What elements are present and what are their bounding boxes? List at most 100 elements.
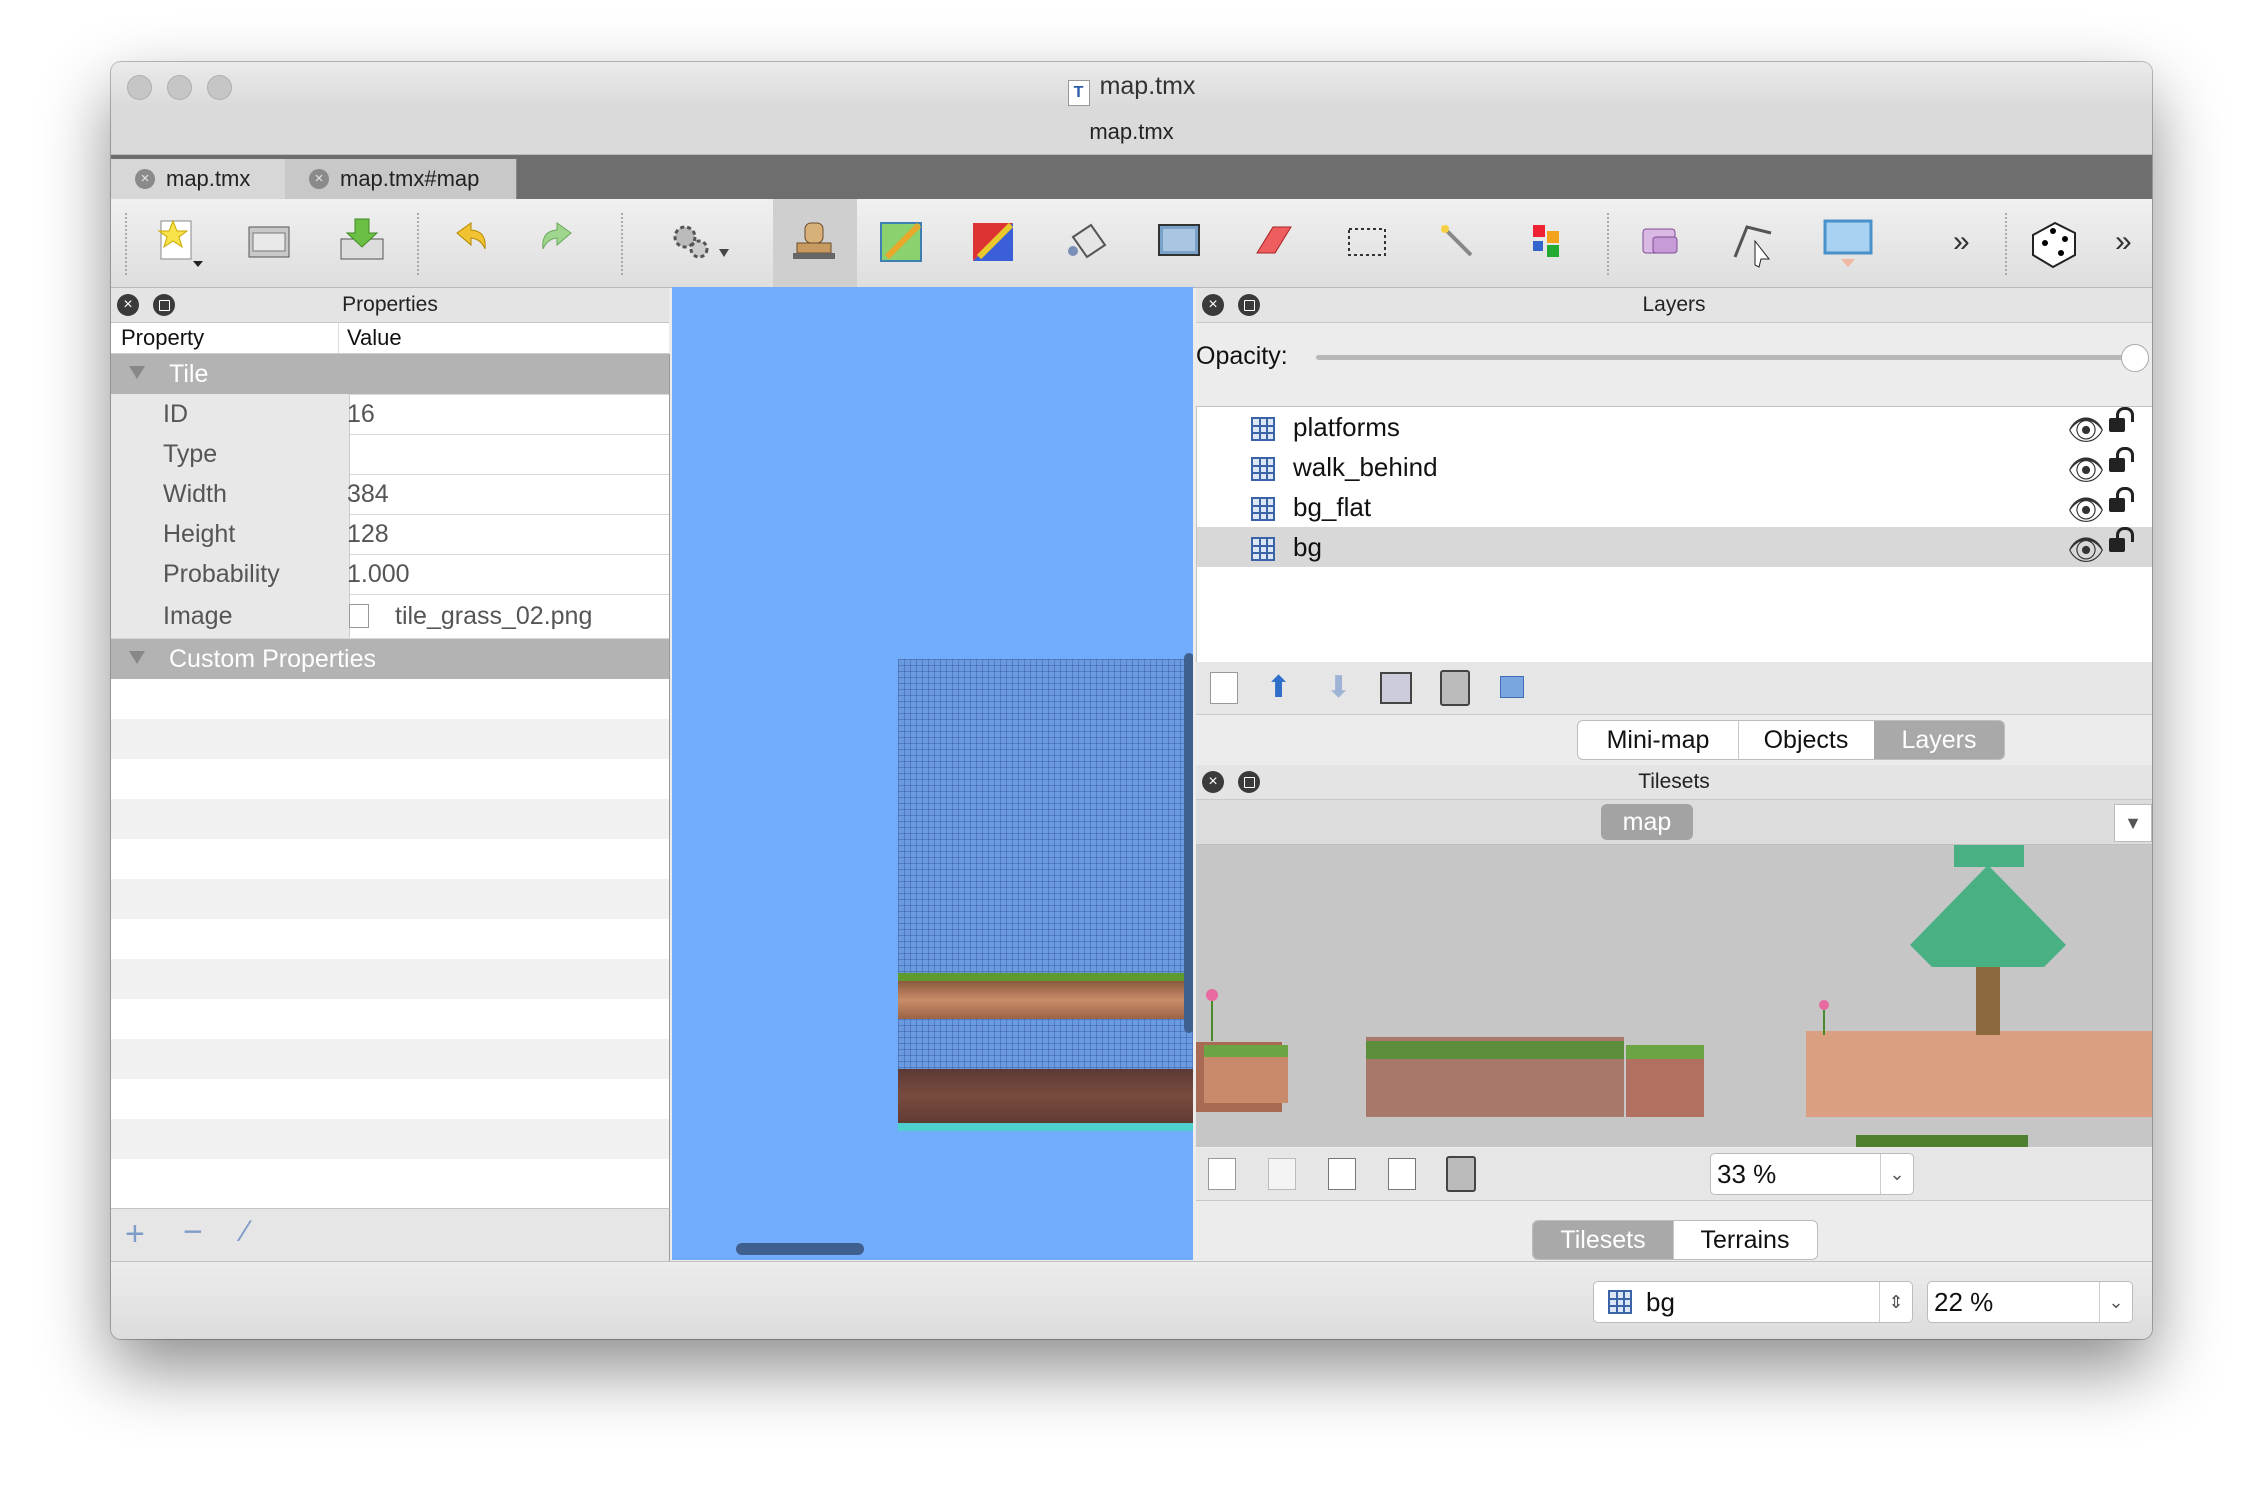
tab-layers[interactable]: Layers xyxy=(1874,721,2004,759)
layer-row-bg[interactable]: bg 👁 xyxy=(1197,527,2152,567)
group-custom-properties[interactable]: Custom Properties xyxy=(111,639,669,680)
new-layer-icon[interactable] xyxy=(1210,672,1238,704)
tilesets-bottom-tabs: Tilesets Terrains xyxy=(1532,1220,1818,1260)
wang-brush-icon[interactable] xyxy=(965,213,1023,271)
undo-icon[interactable] xyxy=(441,213,499,271)
lock-icon[interactable] xyxy=(2109,407,2134,432)
layers-toolbar: ⬆ ⬇ xyxy=(1196,662,2152,715)
open-folder-icon[interactable] xyxy=(241,213,299,271)
current-layer-select[interactable]: bg ⇕ xyxy=(1593,1281,1913,1323)
tab-terrains[interactable]: Terrains xyxy=(1673,1221,1817,1259)
close-tab-icon[interactable]: × xyxy=(309,169,329,189)
layer-row-walk-behind[interactable]: walk_behind 👁 xyxy=(1197,447,2152,487)
tile-layer-icon xyxy=(1251,497,1275,521)
insert-rectangle-icon[interactable] xyxy=(1633,213,1691,271)
property-row[interactable]: Type xyxy=(111,434,669,475)
select-same-tile-icon[interactable] xyxy=(1521,213,1579,271)
opacity-label: Opacity: xyxy=(1196,342,1288,370)
property-row[interactable]: Probability 1.000 xyxy=(111,554,669,595)
column-header-property[interactable]: Property xyxy=(121,323,204,353)
bucket-fill-icon[interactable] xyxy=(1059,213,1117,271)
close-tab-icon[interactable]: × xyxy=(135,169,155,189)
rectangle-select-icon[interactable] xyxy=(1339,213,1397,271)
raise-layer-icon[interactable]: ⬆ xyxy=(1266,670,1291,705)
opacity-slider-handle[interactable] xyxy=(2121,344,2149,372)
rename-property-icon[interactable]: ∕ xyxy=(243,1215,248,1249)
duplicate-layer-icon[interactable] xyxy=(1380,672,1412,704)
visibility-eye-icon[interactable]: 👁 xyxy=(2067,531,2105,571)
chevron-down-icon: ⌄ xyxy=(2099,1282,2132,1322)
collapse-triangle-icon[interactable] xyxy=(129,651,145,664)
property-row[interactable]: Image tile_grass_02.png xyxy=(111,594,669,639)
commands-gear-icon[interactable] xyxy=(667,213,729,271)
tileset-zoom-select[interactable]: 33 % ⌄ xyxy=(1710,1153,1914,1195)
map-canvas[interactable] xyxy=(672,287,1193,1260)
close-panel-icon[interactable]: × xyxy=(117,294,139,316)
layer-visibility-toggle-icon[interactable] xyxy=(1500,676,1524,698)
float-panel-icon[interactable] xyxy=(1238,771,1260,793)
layer-row-platforms[interactable]: platforms 👁 xyxy=(1197,407,2152,447)
panel-title: Layers xyxy=(1642,293,1706,316)
properties-panel-header: × Properties xyxy=(111,288,669,323)
lock-icon[interactable] xyxy=(2109,447,2134,472)
map-grass-strip xyxy=(898,973,1193,981)
tileset-tab-map[interactable]: map xyxy=(1601,804,1693,840)
import-tileset-icon[interactable] xyxy=(1268,1158,1296,1190)
close-panel-icon[interactable]: × xyxy=(1202,294,1224,316)
redo-icon[interactable] xyxy=(529,213,587,271)
collapse-triangle-icon[interactable] xyxy=(129,366,145,379)
export-tileset-icon[interactable] xyxy=(1328,1158,1356,1190)
tab-objects[interactable]: Objects xyxy=(1738,721,1875,759)
float-panel-icon[interactable] xyxy=(153,294,175,316)
opacity-slider[interactable] xyxy=(1316,355,2142,360)
lock-icon[interactable] xyxy=(2109,487,2134,512)
more-chevron-icon[interactable]: » xyxy=(2115,225,2132,259)
horizontal-scrollbar[interactable] xyxy=(736,1243,864,1255)
lock-icon[interactable] xyxy=(2109,527,2134,552)
float-panel-icon[interactable] xyxy=(1238,294,1260,316)
stamp-brush-icon[interactable] xyxy=(773,199,857,287)
group-tile[interactable]: Tile xyxy=(111,354,669,395)
random-dice-icon[interactable] xyxy=(2025,213,2083,271)
properties-footer: + − ∕ xyxy=(111,1208,670,1261)
edit-tileset-icon[interactable] xyxy=(1388,1158,1416,1190)
delete-layer-icon[interactable] xyxy=(1440,670,1470,706)
doc-tab-label: map.tmx#map xyxy=(340,166,480,191)
save-icon[interactable] xyxy=(333,213,391,271)
magic-wand-icon[interactable] xyxy=(1429,213,1487,271)
visibility-eye-icon[interactable]: 👁 xyxy=(2067,451,2105,491)
insert-tile-icon[interactable] xyxy=(1819,213,1877,271)
layers-panel-header: × Layers xyxy=(1196,288,2152,323)
new-tileset-icon[interactable] xyxy=(1208,1158,1236,1190)
eraser-icon[interactable] xyxy=(1243,213,1301,271)
group-label: Custom Properties xyxy=(169,645,377,673)
layer-row-bg-flat[interactable]: bg_flat 👁 xyxy=(1197,487,2152,527)
column-header-value[interactable]: Value xyxy=(338,323,402,353)
more-chevron-icon[interactable]: » xyxy=(1953,225,1970,259)
terrain-brush-icon[interactable] xyxy=(873,213,931,271)
tile-layer-icon xyxy=(1608,1290,1632,1314)
edit-polygons-icon[interactable] xyxy=(1725,213,1783,271)
property-row[interactable]: Height 128 xyxy=(111,514,669,555)
properties-table: Tile ID 16 Type Width 384 Height 128 Probab… xyxy=(111,354,670,1224)
add-property-icon[interactable]: + xyxy=(125,1215,145,1254)
app-window: Tmap.tmx map.tmx × map.tmx × map.tmx#map xyxy=(111,62,2152,1339)
shape-fill-icon[interactable] xyxy=(1151,213,1209,271)
lower-layer-icon[interactable]: ⬇ xyxy=(1326,670,1351,705)
visibility-eye-icon[interactable]: 👁 xyxy=(2067,491,2105,531)
remove-property-icon[interactable]: − xyxy=(183,1213,203,1252)
new-document-icon[interactable] xyxy=(151,213,209,271)
property-row[interactable]: ID 16 xyxy=(111,394,669,435)
vertical-scrollbar[interactable] xyxy=(1184,653,1193,1033)
map-zoom-select[interactable]: 22 % ⌄ xyxy=(1927,1281,2133,1323)
delete-tileset-icon[interactable] xyxy=(1446,1156,1476,1192)
tileset-dropdown-icon[interactable]: ▼ xyxy=(2114,804,2152,842)
close-panel-icon[interactable]: × xyxy=(1202,771,1224,793)
tileset-view[interactable] xyxy=(1196,845,2152,1147)
doc-tab-map-map[interactable]: × map.tmx#map xyxy=(285,159,517,199)
property-row[interactable]: Width 384 xyxy=(111,474,669,515)
layers-bottom-tabs: Mini-map Objects Layers xyxy=(1577,720,2005,760)
visibility-eye-icon[interactable]: 👁 xyxy=(2067,411,2105,451)
tab-tilesets[interactable]: Tilesets xyxy=(1533,1221,1674,1259)
tab-mini-map[interactable]: Mini-map xyxy=(1578,721,1739,759)
